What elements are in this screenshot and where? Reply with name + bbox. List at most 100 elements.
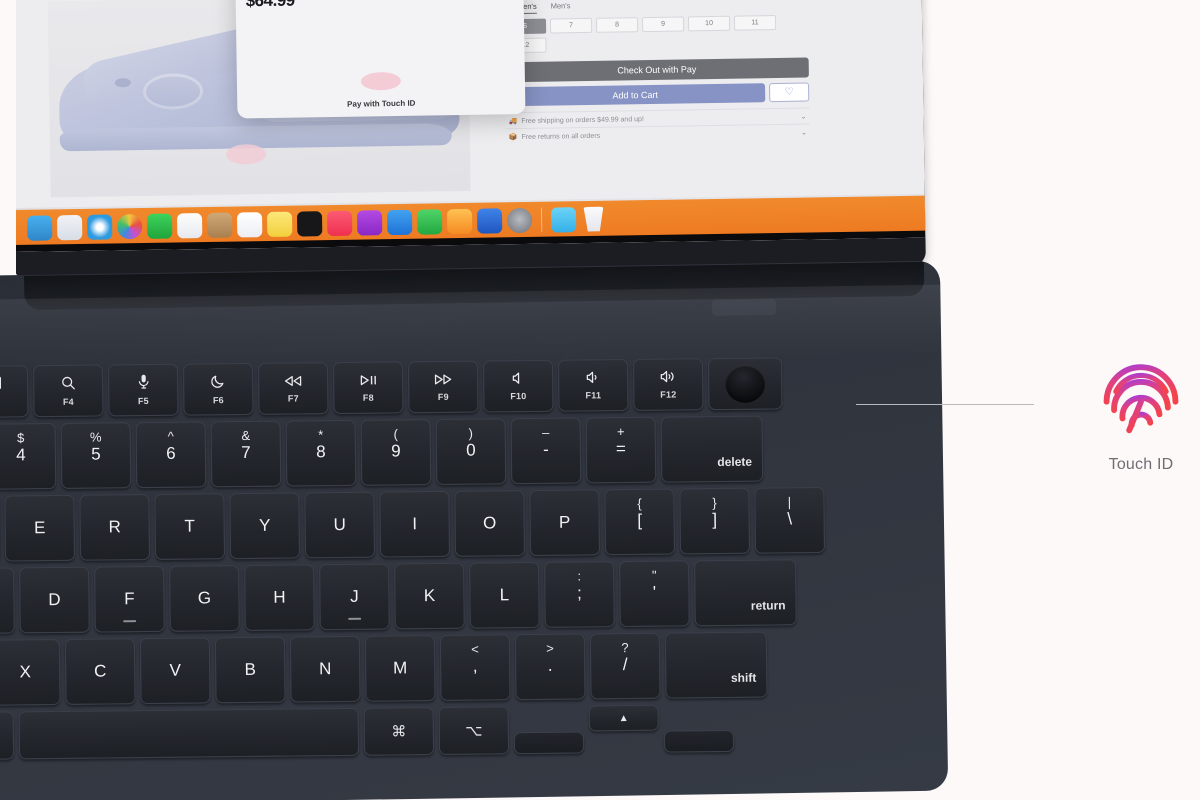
- key-p[interactable]: P: [529, 489, 601, 557]
- key-l[interactable]: L: [469, 561, 540, 629]
- dock-icon-downloads-folder[interactable]: [550, 206, 577, 233]
- key-5[interactable]: % 5: [60, 422, 132, 489]
- key-return[interactable]: return: [694, 559, 797, 627]
- dock-icon-settings[interactable]: [506, 207, 533, 233]
- key-v[interactable]: V: [139, 637, 211, 705]
- key-label: -: [542, 439, 549, 459]
- key-x[interactable]: X: [0, 638, 61, 706]
- dock-icon-appstore[interactable]: [386, 209, 413, 235]
- dock-icon-facetime[interactable]: [146, 213, 173, 239]
- size-option[interactable]: 10: [687, 15, 731, 32]
- key-semicolon[interactable]: : ;: [544, 561, 615, 628]
- key-4[interactable]: $ 4: [0, 422, 57, 490]
- key-9[interactable]: ( 9: [360, 419, 432, 486]
- key-backslash[interactable]: | \: [754, 486, 826, 554]
- key-j[interactable]: J: [319, 563, 390, 631]
- key-quote[interactable]: " ': [619, 560, 690, 628]
- key-f12-volume-up[interactable]: F12: [632, 358, 704, 411]
- dock-icon-calendar[interactable]: [206, 212, 233, 238]
- key-t[interactable]: T: [154, 493, 226, 560]
- dock-icon-numbers[interactable]: [416, 208, 443, 235]
- dock-icon-appletv[interactable]: [296, 210, 323, 237]
- key-b[interactable]: B: [214, 636, 286, 704]
- key-label: =: [615, 438, 626, 458]
- key-n[interactable]: N: [289, 635, 361, 703]
- key-i[interactable]: I: [379, 490, 451, 558]
- dock-icon-reminders[interactable]: [236, 211, 263, 237]
- key-g[interactable]: G: [169, 565, 240, 632]
- dock-icon-mail[interactable]: [176, 212, 203, 238]
- key-label: ': [652, 582, 657, 602]
- promo-returns[interactable]: 📦 Free returns on all orders ⌄: [505, 123, 810, 145]
- key-d[interactable]: D: [19, 566, 90, 634]
- dock-icon-music[interactable]: [326, 210, 353, 236]
- checkout-with-apple-pay-button[interactable]: Check Out with Pay: [504, 57, 809, 83]
- dock-icon-xcode[interactable]: [476, 207, 503, 234]
- dock-icon-notes[interactable]: [266, 211, 293, 237]
- key-f3-mission-control[interactable]: F3: [0, 365, 29, 418]
- key-u[interactable]: U: [304, 491, 376, 559]
- dock-icon-safari[interactable]: [86, 213, 113, 240]
- key-left-bracket[interactable]: { [: [604, 488, 676, 556]
- key-c[interactable]: C: [64, 638, 136, 705]
- key-minus[interactable]: – -: [510, 417, 582, 485]
- key-partial-left[interactable]: [0, 567, 15, 635]
- key-option-right[interactable]: ⌥: [438, 706, 510, 755]
- key-f5-dictation[interactable]: F5: [107, 363, 179, 417]
- touch-id-button[interactable]: [707, 357, 783, 411]
- key-0[interactable]: ) 0: [435, 418, 507, 485]
- key-7[interactable]: & 7: [210, 420, 282, 488]
- key-shift-right[interactable]: shift: [664, 631, 768, 699]
- dock-icon-finder[interactable]: [26, 214, 53, 241]
- key-arrow-right[interactable]: [663, 729, 735, 753]
- key-m[interactable]: M: [364, 635, 436, 702]
- dock-icon-photos[interactable]: [116, 213, 143, 239]
- key-f6-do-not-disturb[interactable]: F6: [182, 362, 254, 416]
- key-label: ]: [712, 509, 718, 529]
- size-option[interactable]: 9: [641, 16, 685, 33]
- key-f9-fast-forward[interactable]: F9: [407, 360, 479, 414]
- homing-bump: [348, 617, 362, 620]
- key-arrow-left[interactable]: [513, 731, 585, 755]
- add-to-cart-button[interactable]: Add to Cart: [505, 83, 766, 107]
- key-equals[interactable]: + =: [585, 416, 657, 484]
- key-label: 6: [166, 443, 176, 463]
- volume-down-icon: [586, 371, 601, 386]
- key-f7-rewind[interactable]: F7: [257, 362, 329, 415]
- size-option[interactable]: 8: [595, 17, 639, 33]
- key-shift-label: :: [577, 568, 582, 584]
- key-right-bracket[interactable]: } ]: [679, 487, 751, 555]
- dock-icon-trash[interactable]: [581, 206, 606, 231]
- key-y[interactable]: Y: [229, 492, 301, 560]
- key-6[interactable]: ^ 6: [135, 421, 207, 489]
- key-f8-play-pause[interactable]: F8: [332, 361, 404, 415]
- key-period[interactable]: > .: [514, 633, 586, 701]
- size-option[interactable]: 11: [733, 14, 777, 31]
- key-delete[interactable]: delete: [660, 415, 764, 483]
- key-command-right[interactable]: ⌘: [363, 707, 435, 756]
- key-f11-volume-down[interactable]: F11: [557, 358, 629, 412]
- key-h[interactable]: H: [244, 564, 315, 632]
- key-e[interactable]: E: [4, 494, 76, 562]
- dock-icon-freeform[interactable]: [446, 208, 473, 234]
- key-o[interactable]: O: [454, 490, 526, 557]
- key-space-bar[interactable]: [18, 707, 360, 760]
- key-shift-label: ?: [621, 639, 629, 656]
- dock-icon-podcasts[interactable]: [356, 209, 383, 236]
- key-8[interactable]: * 8: [285, 419, 357, 487]
- key-f[interactable]: F: [94, 565, 165, 633]
- dock-icon-launchpad[interactable]: [56, 214, 83, 240]
- bottom-letter-key-row: X C V B N M < , > . ? / shift: [0, 631, 862, 707]
- heart-icon[interactable]: ♡: [769, 82, 810, 103]
- key-f10-mute[interactable]: F10: [482, 359, 554, 413]
- key-k[interactable]: K: [394, 562, 465, 630]
- size-option[interactable]: 7: [549, 17, 593, 34]
- key-r[interactable]: R: [79, 494, 151, 561]
- key-arrow-up[interactable]: ▲: [588, 704, 659, 732]
- key-command-left[interactable]: ⌘: [0, 711, 15, 761]
- tab-mens[interactable]: Men's: [551, 1, 571, 13]
- key-comma[interactable]: < ,: [439, 634, 511, 701]
- key-f4-spotlight-search[interactable]: F4: [32, 364, 104, 418]
- key-slash[interactable]: ? /: [589, 632, 661, 700]
- key-label: F: [124, 589, 135, 609]
